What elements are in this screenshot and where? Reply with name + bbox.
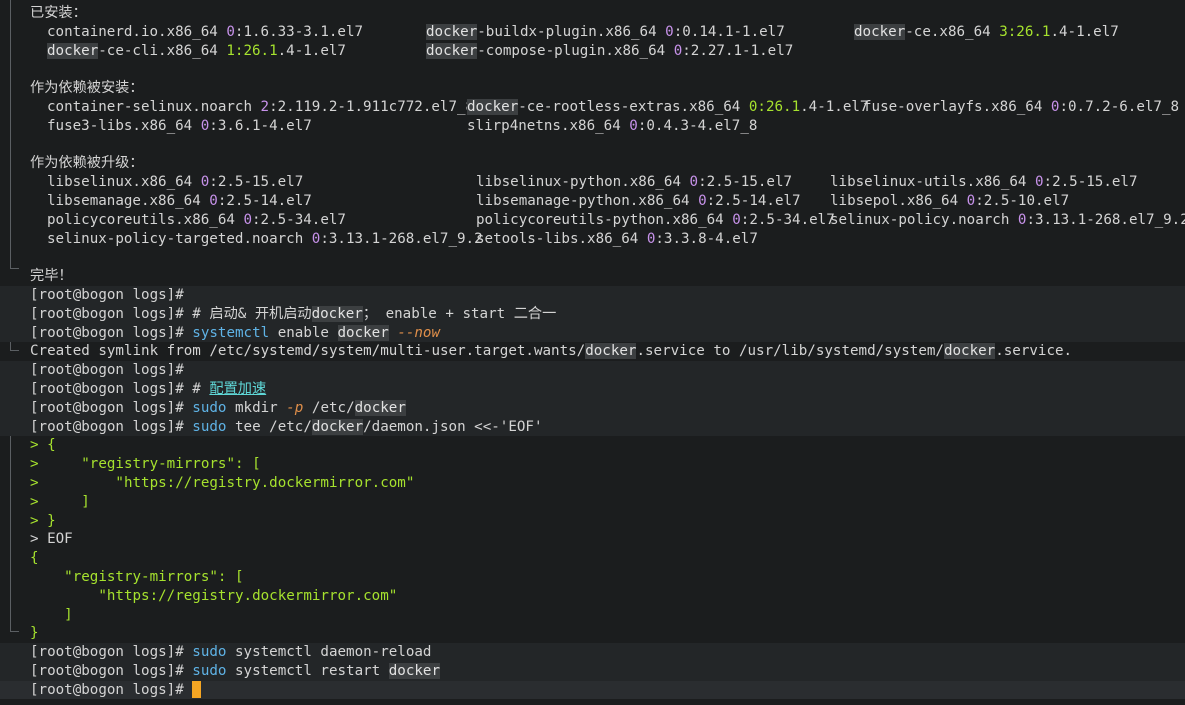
fold-end-marker	[10, 350, 19, 351]
complete-message: 完毕！	[30, 268, 73, 285]
symlink-output: Created symlink from /etc/systemd/system…	[30, 343, 1073, 360]
terminal-output: 已安装： containerd.io.x86_64 0:1.6.33-3.1.e…	[0, 4, 1185, 700]
fold-end-marker	[10, 631, 19, 632]
package-entry: fuse3-libs.x86_64 0:3.6.1-4.el7	[47, 117, 312, 134]
package-entry: docker-ce-cli.x86_64 1:26.1.4-1.el7	[47, 42, 346, 59]
package-entry: slirp4netns.x86_64 0:0.4.3-4.el7_8	[467, 117, 758, 134]
package-entry: libselinux-utils.x86_64 0:2.5-15.el7	[830, 174, 1138, 191]
package-entry: libsemanage-python.x86_64 0:2.5-14.el7	[476, 192, 801, 209]
deps-installed-header: 作为依赖被安装：	[30, 80, 144, 97]
installed-header: 已安装：	[30, 5, 87, 21]
deps-upgraded-row: selinux-policy-targeted.noarch 0:3.13.1-…	[30, 230, 1185, 249]
package-entry: setools-libs.x86_64 0:3.3.8-4.el7	[476, 230, 758, 247]
shell-prompt: [root@bogon logs]#	[30, 681, 184, 698]
json-output-line: }	[30, 625, 39, 642]
heredoc-line: > "https://registry.dockermirror.com"	[30, 474, 415, 491]
package-entry: policycoreutils-python.x86_64 0:2.5-34.e…	[476, 211, 835, 228]
json-output-line: "https://registry.dockermirror.com"	[30, 587, 398, 604]
heredoc-line: > "registry-mirrors": [	[30, 456, 261, 473]
heredoc-line: > {	[30, 437, 56, 454]
prompt-line: [root@bogon logs]#	[0, 285, 1185, 305]
fold-guide	[10, 431, 11, 631]
deps-installed-row: fuse3-libs.x86_64 0:3.6.1-4.el7 slirp4ne…	[30, 117, 1185, 136]
prompt-line: [root@bogon logs]# # 启动& 开机启动docker； ena…	[0, 304, 1185, 324]
package-entry: fuse-overlayfs.x86_64 0:0.7.2-6.el7_8	[863, 98, 1180, 115]
package-entry: container-selinux.noarch 2:2.119.2-1.911…	[47, 98, 475, 115]
package-entry: docker-compose-plugin.x86_64 0:2.27.1-1.…	[426, 42, 794, 59]
active-prompt-line[interactable]: [root@bogon logs]#	[0, 680, 1185, 700]
installed-row: containerd.io.x86_64 0:1.6.33-3.1.el7 do…	[30, 23, 1185, 42]
fold-end-marker	[10, 268, 19, 269]
package-entry: docker-buildx-plugin.x86_64 0:0.14.1-1.e…	[426, 23, 785, 40]
shell-prompt: [root@bogon logs]#	[30, 662, 184, 679]
prompt-line: [root@bogon logs]# sudo systemctl restar…	[0, 661, 1185, 681]
fold-guide	[10, 0, 11, 268]
deps-upgraded-row: libsemanage.x86_64 0:2.5-14.el7 libseman…	[30, 192, 1185, 211]
json-output-line: ]	[30, 606, 73, 623]
installed-row: docker-ce-cli.x86_64 1:26.1.4-1.el7 dock…	[30, 42, 1185, 61]
package-entry: containerd.io.x86_64 0:1.6.33-3.1.el7	[47, 23, 364, 40]
package-entry: libsemanage.x86_64 0:2.5-14.el7	[47, 192, 312, 209]
shell-prompt: [root@bogon logs]#	[30, 362, 184, 379]
package-entry: docker-ce-rootless-extras.x86_64 0:26.1.…	[467, 98, 869, 115]
shell-prompt: [root@bogon logs]#	[30, 399, 184, 416]
json-output-line: "registry-mirrors": [	[30, 568, 244, 585]
heredoc-line: > EOF	[30, 531, 73, 548]
shell-prompt: [root@bogon logs]#	[30, 286, 184, 303]
package-entry: libselinux-python.x86_64 0:2.5-15.el7	[476, 174, 793, 191]
shell-prompt: [root@bogon logs]#	[30, 380, 184, 397]
shell-prompt: [root@bogon logs]#	[30, 305, 184, 322]
heredoc-line: > ]	[30, 493, 90, 510]
editor-gutter	[0, 0, 22, 705]
shell-prompt: [root@bogon logs]#	[30, 324, 184, 341]
text-cursor[interactable]	[192, 681, 202, 699]
package-entry: selinux-policy-targeted.noarch 0:3.13.1-…	[47, 230, 483, 247]
prompt-line: [root@bogon logs]# sudo mkdir -p /etc/do…	[0, 398, 1185, 418]
package-entry: docker-ce.x86_64 3:26.1.4-1.el7	[854, 23, 1119, 40]
shell-prompt: [root@bogon logs]#	[30, 644, 184, 661]
shell-prompt: [root@bogon logs]#	[30, 418, 184, 435]
prompt-line: [root@bogon logs]#	[0, 361, 1185, 380]
package-entry: libsepol.x86_64 0:2.5-10.el7	[830, 192, 1070, 209]
package-entry: selinux-policy.noarch 0:3.13.1-268.el7_9…	[830, 211, 1185, 228]
package-entry: libselinux.x86_64 0:2.5-15.el7	[47, 174, 304, 191]
prompt-line: [root@bogon logs]# systemctl enable dock…	[0, 323, 1185, 343]
prompt-line: [root@bogon logs]# sudo systemctl daemon…	[0, 643, 1185, 662]
prompt-line: [root@bogon logs]# # 配置加速	[0, 379, 1185, 399]
deps-installed-row: container-selinux.noarch 2:2.119.2-1.911…	[30, 98, 1185, 117]
deps-upgraded-header: 作为依赖被升级：	[30, 155, 144, 172]
package-entry: policycoreutils.x86_64 0:2.5-34.el7	[47, 211, 346, 228]
json-output-line: {	[30, 550, 39, 567]
deps-upgraded-row: policycoreutils.x86_64 0:2.5-34.el7 poli…	[30, 211, 1185, 230]
deps-upgraded-row: libselinux.x86_64 0:2.5-15.el7 libselinu…	[30, 173, 1185, 192]
prompt-line: [root@bogon logs]# sudo tee /etc/docker/…	[0, 417, 1185, 437]
heredoc-line: > }	[30, 512, 56, 529]
